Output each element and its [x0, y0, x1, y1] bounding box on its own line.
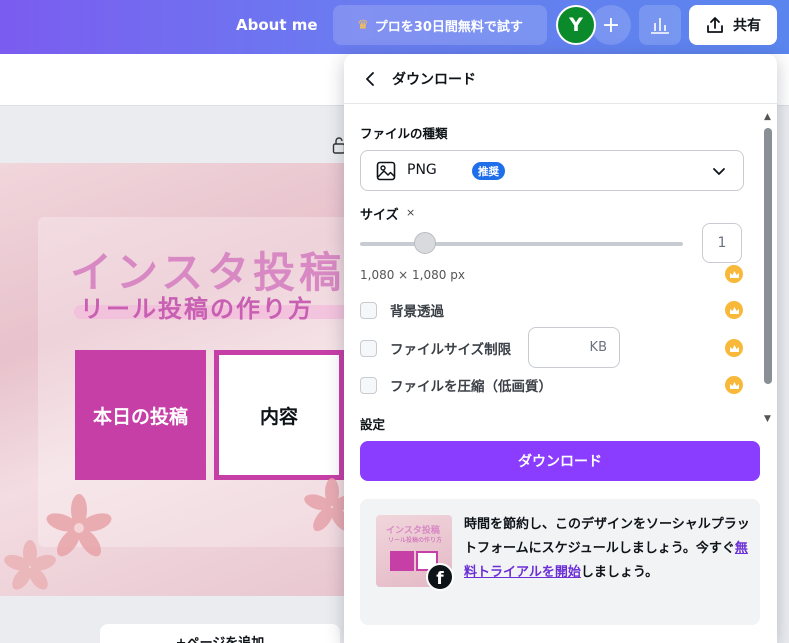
try-pro-label: プロを30日間無料で試す	[374, 19, 523, 35]
promo-text: 時間を節約し、このデザインをソーシャルプラットフォームにスケジュールしましょう。…	[464, 513, 750, 585]
design-box-today: 本日の投稿	[75, 350, 206, 480]
design-page[interactable]: インスタ投稿 リール投稿の作り方 本日の投稿 内容	[0, 163, 345, 596]
checkbox[interactable]	[360, 339, 377, 357]
checkbox[interactable]	[360, 376, 377, 394]
about-me-link[interactable]: About me	[236, 16, 318, 34]
design-box-content: 内容	[214, 350, 344, 480]
scroll-down-arrow-icon[interactable]: ▼	[764, 414, 771, 424]
pro-crown-icon	[725, 376, 743, 394]
schedule-promo-card: インスタ投稿 リール投稿の作り方 f 時間を節約し、このデザインをソーシャルプラ…	[360, 499, 760, 625]
option-file-size-limit[interactable]: ファイルサイズ制限	[360, 338, 511, 358]
design-subtitle: リール投稿の作り方	[80, 295, 314, 323]
insights-button[interactable]	[639, 5, 681, 45]
option-label: ファイルを圧縮（低画質）	[390, 379, 552, 395]
promo-text-after: しましょう。	[580, 565, 659, 580]
flower-decoration	[4, 540, 56, 590]
panel-header: ダウンロード	[344, 54, 777, 104]
back-button[interactable]	[360, 69, 380, 89]
size-slider-track[interactable]	[360, 242, 683, 246]
user-avatar[interactable]: Y	[556, 5, 596, 45]
recommended-badge: 推奨	[472, 162, 505, 180]
size-multiplier-symbol: ×	[406, 206, 416, 219]
top-bar: About me ♛ プロを30日間無料で試す + Y 共有	[0, 0, 789, 54]
checkbox[interactable]	[360, 301, 377, 319]
share-button[interactable]: 共有	[689, 5, 777, 45]
file-type-select[interactable]: PNG 推奨	[360, 150, 744, 191]
panel-title: ダウンロード	[392, 72, 476, 88]
crown-icon: ♛	[357, 17, 369, 33]
dimensions-readout: 1,080 × 1,080 px	[360, 268, 465, 282]
add-collaborator-button[interactable]: +	[591, 5, 631, 45]
thumbnail-subtitle: リール投稿の作り方	[388, 537, 443, 544]
promo-text-before: 時間を節約し、このデザインをソーシャルプラットフォームにスケジュールしましょう。…	[464, 517, 750, 556]
file-size-limit-input[interactable]: KB	[528, 327, 620, 368]
scrollbar-thumb[interactable]	[764, 128, 772, 384]
thumbnail-box	[390, 551, 414, 571]
option-label: 背景透過	[390, 304, 444, 320]
image-icon	[376, 161, 396, 181]
download-button[interactable]: ダウンロード	[360, 441, 760, 481]
pro-crown-icon	[725, 339, 743, 357]
facebook-icon: f	[426, 563, 454, 591]
kb-unit: KB	[589, 340, 607, 355]
share-label: 共有	[733, 18, 761, 34]
file-type-label: ファイルの種類	[360, 126, 448, 141]
upload-share-icon	[707, 17, 723, 33]
size-label: サイズ	[360, 208, 399, 223]
try-pro-button[interactable]: ♛ プロを30日間無料で試す	[333, 5, 547, 45]
pro-crown-icon	[725, 301, 743, 319]
size-slider-thumb[interactable]	[413, 232, 436, 254]
option-label: ファイルサイズ制限	[390, 342, 512, 358]
plus-icon: +	[601, 12, 621, 38]
avatar-initial: Y	[569, 14, 583, 36]
chevron-down-icon	[713, 168, 725, 175]
pro-crown-icon	[725, 265, 743, 283]
file-type-value: PNG	[407, 162, 437, 178]
size-input[interactable]: 1	[702, 223, 742, 263]
option-transparent-background[interactable]: 背景透過	[360, 300, 444, 320]
scroll-up-arrow-icon[interactable]: ▲	[764, 112, 771, 122]
flower-decoration	[304, 478, 345, 532]
add-page-button[interactable]: +ページを追加	[100, 624, 340, 643]
chevron-left-icon	[366, 72, 374, 86]
download-panel: ダウンロード ファイルの種類 PNG 推奨 サイズ × 1 1,080 × 1,…	[344, 54, 777, 643]
bar-chart-icon	[651, 18, 669, 34]
settings-label: 設定	[360, 417, 386, 432]
option-compress-file[interactable]: ファイルを圧縮（低画質）	[360, 375, 552, 395]
